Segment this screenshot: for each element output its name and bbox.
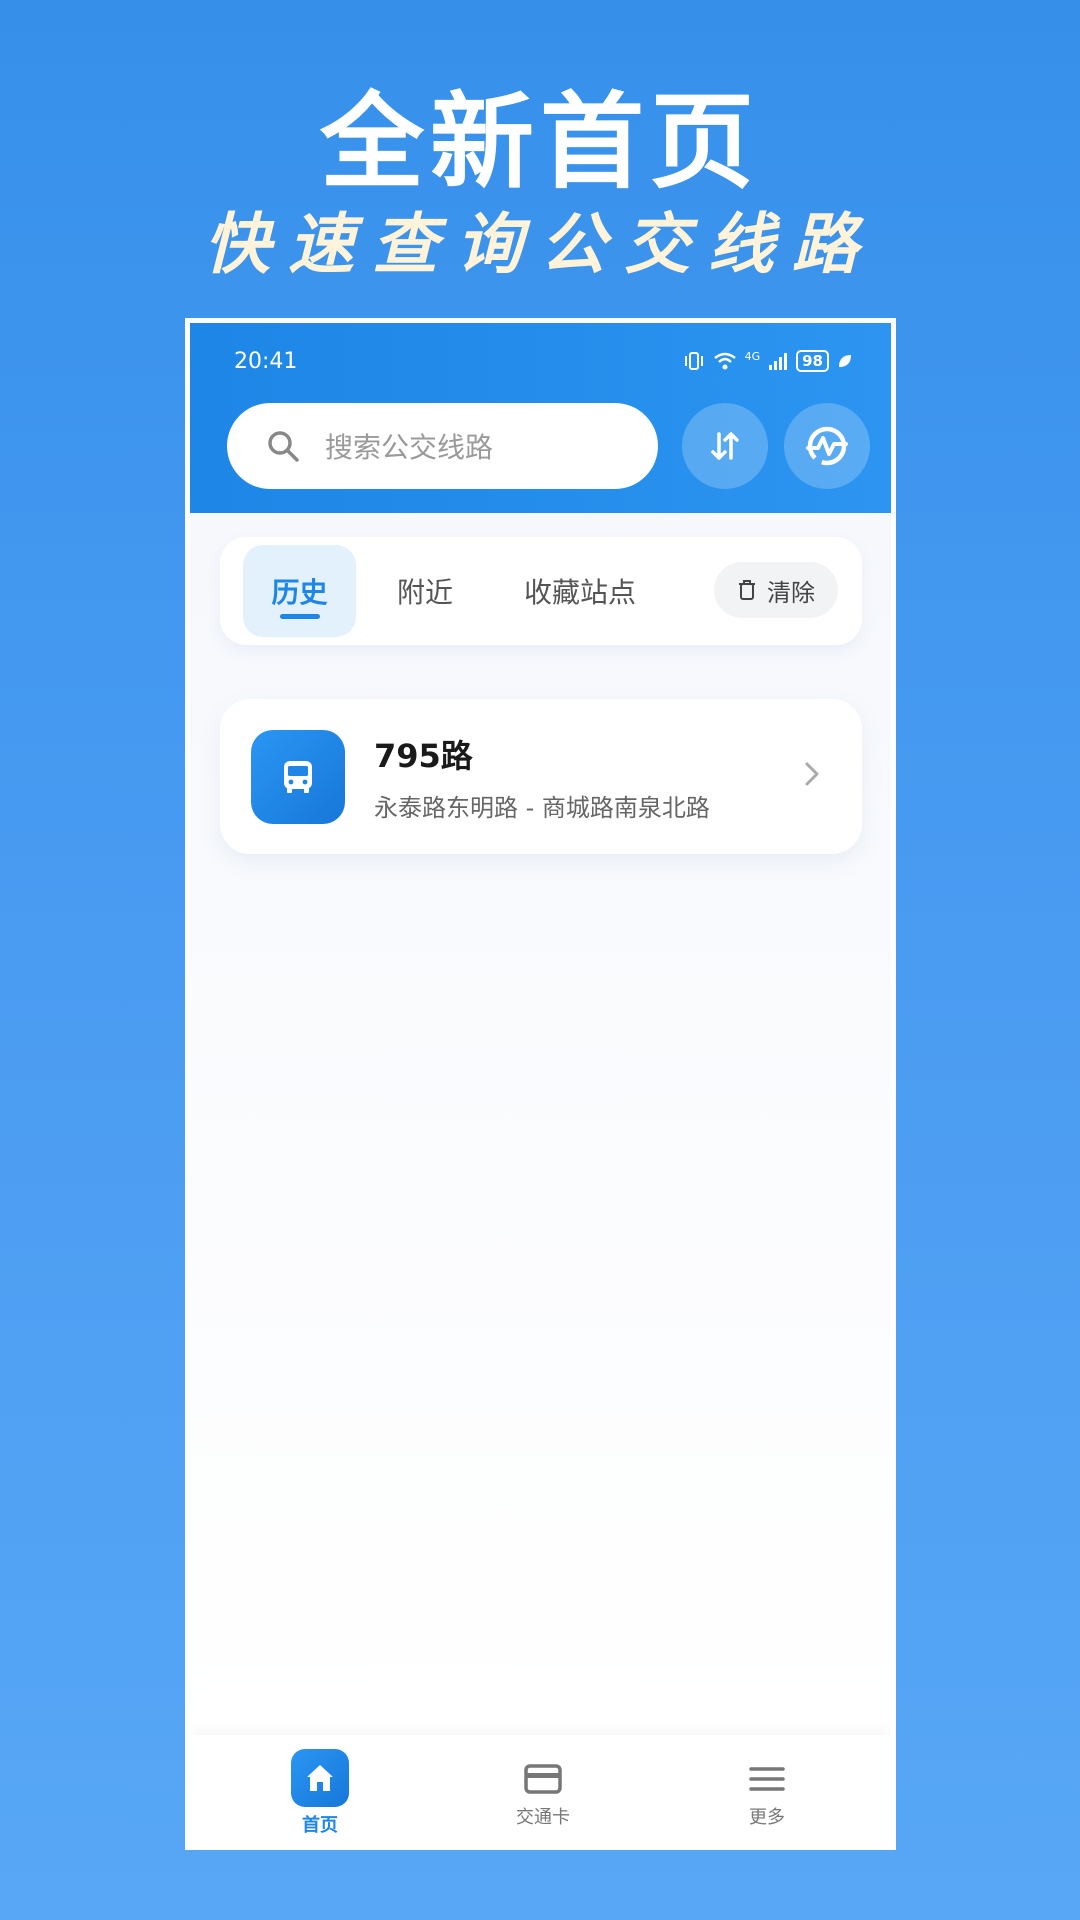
status-icons: 4G 98	[683, 350, 853, 372]
home-icon	[291, 1749, 349, 1807]
swap-icon	[711, 432, 739, 460]
phone-screen: 20:41 4G 98 搜索公交线路 历史 附近 收藏站点 清除 795路 永泰…	[185, 318, 896, 1850]
route-name: 795路	[374, 737, 473, 775]
clear-label: 清除	[767, 578, 815, 607]
battery-icon: 98	[796, 350, 829, 372]
nav-home[interactable]: 首页	[260, 1735, 380, 1845]
menu-icon	[749, 1761, 785, 1797]
route-description: 永泰路东明路 - 商城路南泉北路	[374, 794, 710, 822]
tab-history-label: 历史	[271, 576, 328, 609]
main-content: 历史 附近 收藏站点 清除 795路 永泰路东明路 - 商城路南泉北路	[190, 513, 891, 1735]
nav-more[interactable]: 更多	[707, 1735, 827, 1845]
clear-button[interactable]: 清除	[714, 562, 838, 618]
signal-icon	[769, 353, 788, 370]
nav-more-label: 更多	[749, 1807, 785, 1828]
nav-transit-card[interactable]: 交通卡	[483, 1735, 603, 1845]
wifi-icon	[713, 352, 736, 370]
bus-icon	[251, 730, 345, 824]
card-icon	[524, 1761, 562, 1797]
promo-title: 全新首页	[319, 81, 760, 203]
bottom-nav: 首页 交通卡 更多	[190, 1735, 891, 1845]
network-label: 4G	[744, 350, 761, 363]
search-icon	[268, 431, 299, 462]
trash-icon	[739, 580, 755, 600]
nav-home-label: 首页	[302, 1815, 338, 1836]
leaf-icon	[839, 355, 851, 367]
tab-bar: 历史 附近 收藏站点 清除	[220, 537, 862, 645]
metro-button[interactable]	[784, 403, 870, 489]
tab-nearby-label: 附近	[396, 576, 453, 609]
tab-favorite-stops[interactable]: 收藏站点	[500, 545, 660, 637]
swap-button[interactable]	[682, 403, 768, 489]
chevron-right-icon	[805, 762, 819, 786]
promo-subtitle: 快速查询公交线路	[204, 206, 876, 283]
search-placeholder: 搜索公交线路	[325, 431, 494, 464]
tab-active-indicator	[280, 614, 320, 619]
history-route-item[interactable]: 795路 永泰路东明路 - 商城路南泉北路	[220, 699, 862, 854]
tab-nearby[interactable]: 附近	[370, 545, 480, 637]
tab-favorite-stops-label: 收藏站点	[523, 576, 636, 609]
tab-history[interactable]: 历史	[243, 545, 356, 637]
app-header: 20:41 4G 98 搜索公交线路	[190, 323, 891, 513]
metro-icon	[806, 426, 848, 466]
status-time: 20:41	[234, 349, 298, 374]
search-input[interactable]: 搜索公交线路	[227, 403, 658, 489]
vibrate-icon	[684, 352, 703, 370]
nav-transit-card-label: 交通卡	[516, 1807, 570, 1828]
